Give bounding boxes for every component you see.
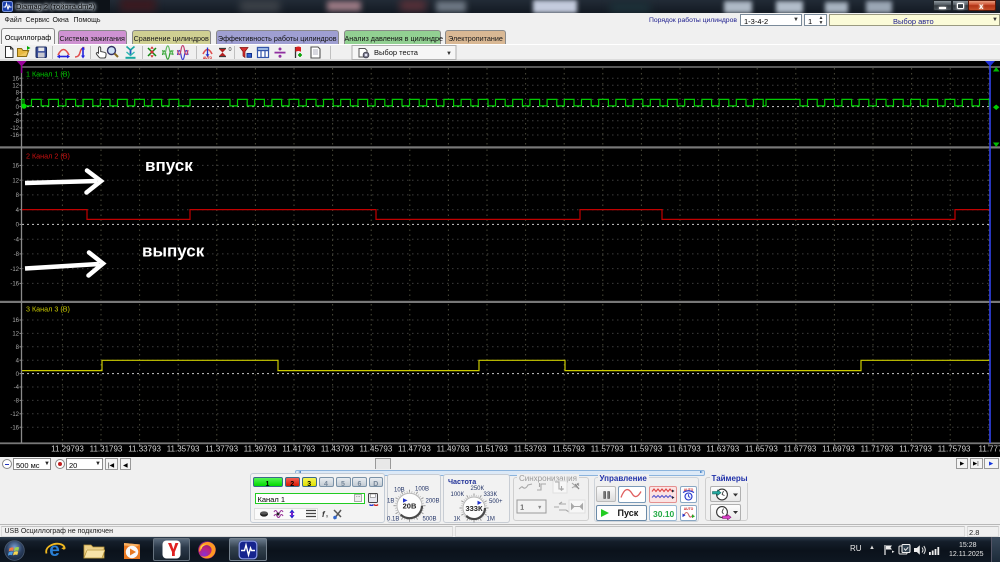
svg-text:впуск: впуск [145, 156, 193, 175]
svg-text:0: 0 [229, 47, 232, 53]
svg-text:1 Канал 1 (В): 1 Канал 1 (В) [26, 70, 70, 79]
svg-text:100К: 100К [451, 492, 465, 498]
svg-text:11.61793: 11.61793 [668, 445, 701, 454]
svg-text:-12: -12 [10, 267, 19, 273]
svg-text:11.59793: 11.59793 [629, 445, 662, 454]
svg-text:11.69793: 11.69793 [822, 445, 855, 454]
svg-text:500+: 500+ [489, 499, 503, 505]
svg-text:11.29793: 11.29793 [51, 445, 84, 454]
svg-text:16: 16 [12, 318, 19, 324]
svg-text:-8: -8 [14, 399, 20, 405]
svg-text:11.71793: 11.71793 [861, 445, 894, 454]
svg-text:-4: -4 [14, 237, 20, 243]
svg-text:11.65793: 11.65793 [745, 445, 778, 454]
svg-text:1К: 1К [454, 517, 461, 523]
svg-text:11.51793: 11.51793 [475, 445, 508, 454]
svg-text:-4: -4 [14, 385, 20, 391]
svg-text:-4: -4 [14, 112, 20, 118]
svg-text:16: 16 [12, 164, 19, 170]
svg-text:11.33793: 11.33793 [128, 445, 161, 454]
svg-text:10В: 10В [394, 488, 405, 494]
svg-text:12: 12 [12, 332, 19, 338]
svg-text:2 Канал 2 (В): 2 Канал 2 (В) [26, 152, 70, 161]
svg-text:11.55793: 11.55793 [552, 445, 585, 454]
svg-text:1: 1 [520, 503, 524, 512]
svg-text:AUTO: AUTO [203, 56, 212, 60]
svg-text:-12: -12 [10, 412, 19, 418]
svg-text:-8: -8 [14, 252, 20, 258]
svg-text:x: x [326, 513, 329, 518]
svg-text:1В: 1В [387, 499, 394, 505]
svg-text:3 Канал 3 (В): 3 Канал 3 (В) [26, 305, 70, 314]
svg-text:11.39793: 11.39793 [244, 445, 277, 454]
svg-text:11.67793: 11.67793 [784, 445, 817, 454]
svg-text:12: 12 [12, 178, 19, 184]
svg-text:100В: 100В [415, 487, 429, 493]
svg-text:250К: 250К [471, 486, 485, 492]
svg-text:выпуск: выпуск [142, 242, 205, 261]
svg-text:-16: -16 [10, 282, 19, 288]
svg-text:-8: -8 [14, 119, 20, 125]
svg-text:333К: 333К [484, 492, 498, 498]
svg-text:Выбор теста: Выбор теста [374, 48, 419, 57]
svg-text:11.63793: 11.63793 [706, 445, 739, 454]
svg-text:11.35793: 11.35793 [167, 445, 200, 454]
svg-text:11.73793: 11.73793 [899, 445, 932, 454]
svg-text:11.75793: 11.75793 [938, 445, 971, 454]
svg-text:11.31793: 11.31793 [90, 445, 123, 454]
svg-text:-12: -12 [10, 126, 19, 132]
svg-text:11.53793: 11.53793 [514, 445, 547, 454]
svg-text:▼: ▼ [537, 505, 542, 511]
svg-text:11.45793: 11.45793 [360, 445, 393, 454]
svg-text:12: 12 [12, 84, 19, 90]
svg-text:AUTO: AUTO [683, 507, 693, 511]
svg-text:200В: 200В [426, 499, 440, 505]
svg-text:11.47793: 11.47793 [398, 445, 431, 454]
svg-text:500В: 500В [423, 517, 437, 523]
svg-text:1М: 1М [487, 517, 495, 523]
svg-text:-16: -16 [10, 133, 19, 139]
svg-text:11.49793: 11.49793 [437, 445, 470, 454]
svg-text:11.37793: 11.37793 [205, 445, 238, 454]
svg-text:16: 16 [12, 76, 19, 82]
svg-text:11.41793: 11.41793 [282, 445, 315, 454]
svg-text:▼: ▼ [446, 51, 452, 57]
svg-text:-16: -16 [10, 425, 19, 431]
svg-text:0.1В: 0.1В [387, 517, 399, 523]
svg-text:333К: 333К [465, 504, 483, 513]
svg-text:11.57793: 11.57793 [591, 445, 624, 454]
svg-text:20В: 20В [403, 502, 417, 511]
svg-text:11.43793: 11.43793 [321, 445, 354, 454]
